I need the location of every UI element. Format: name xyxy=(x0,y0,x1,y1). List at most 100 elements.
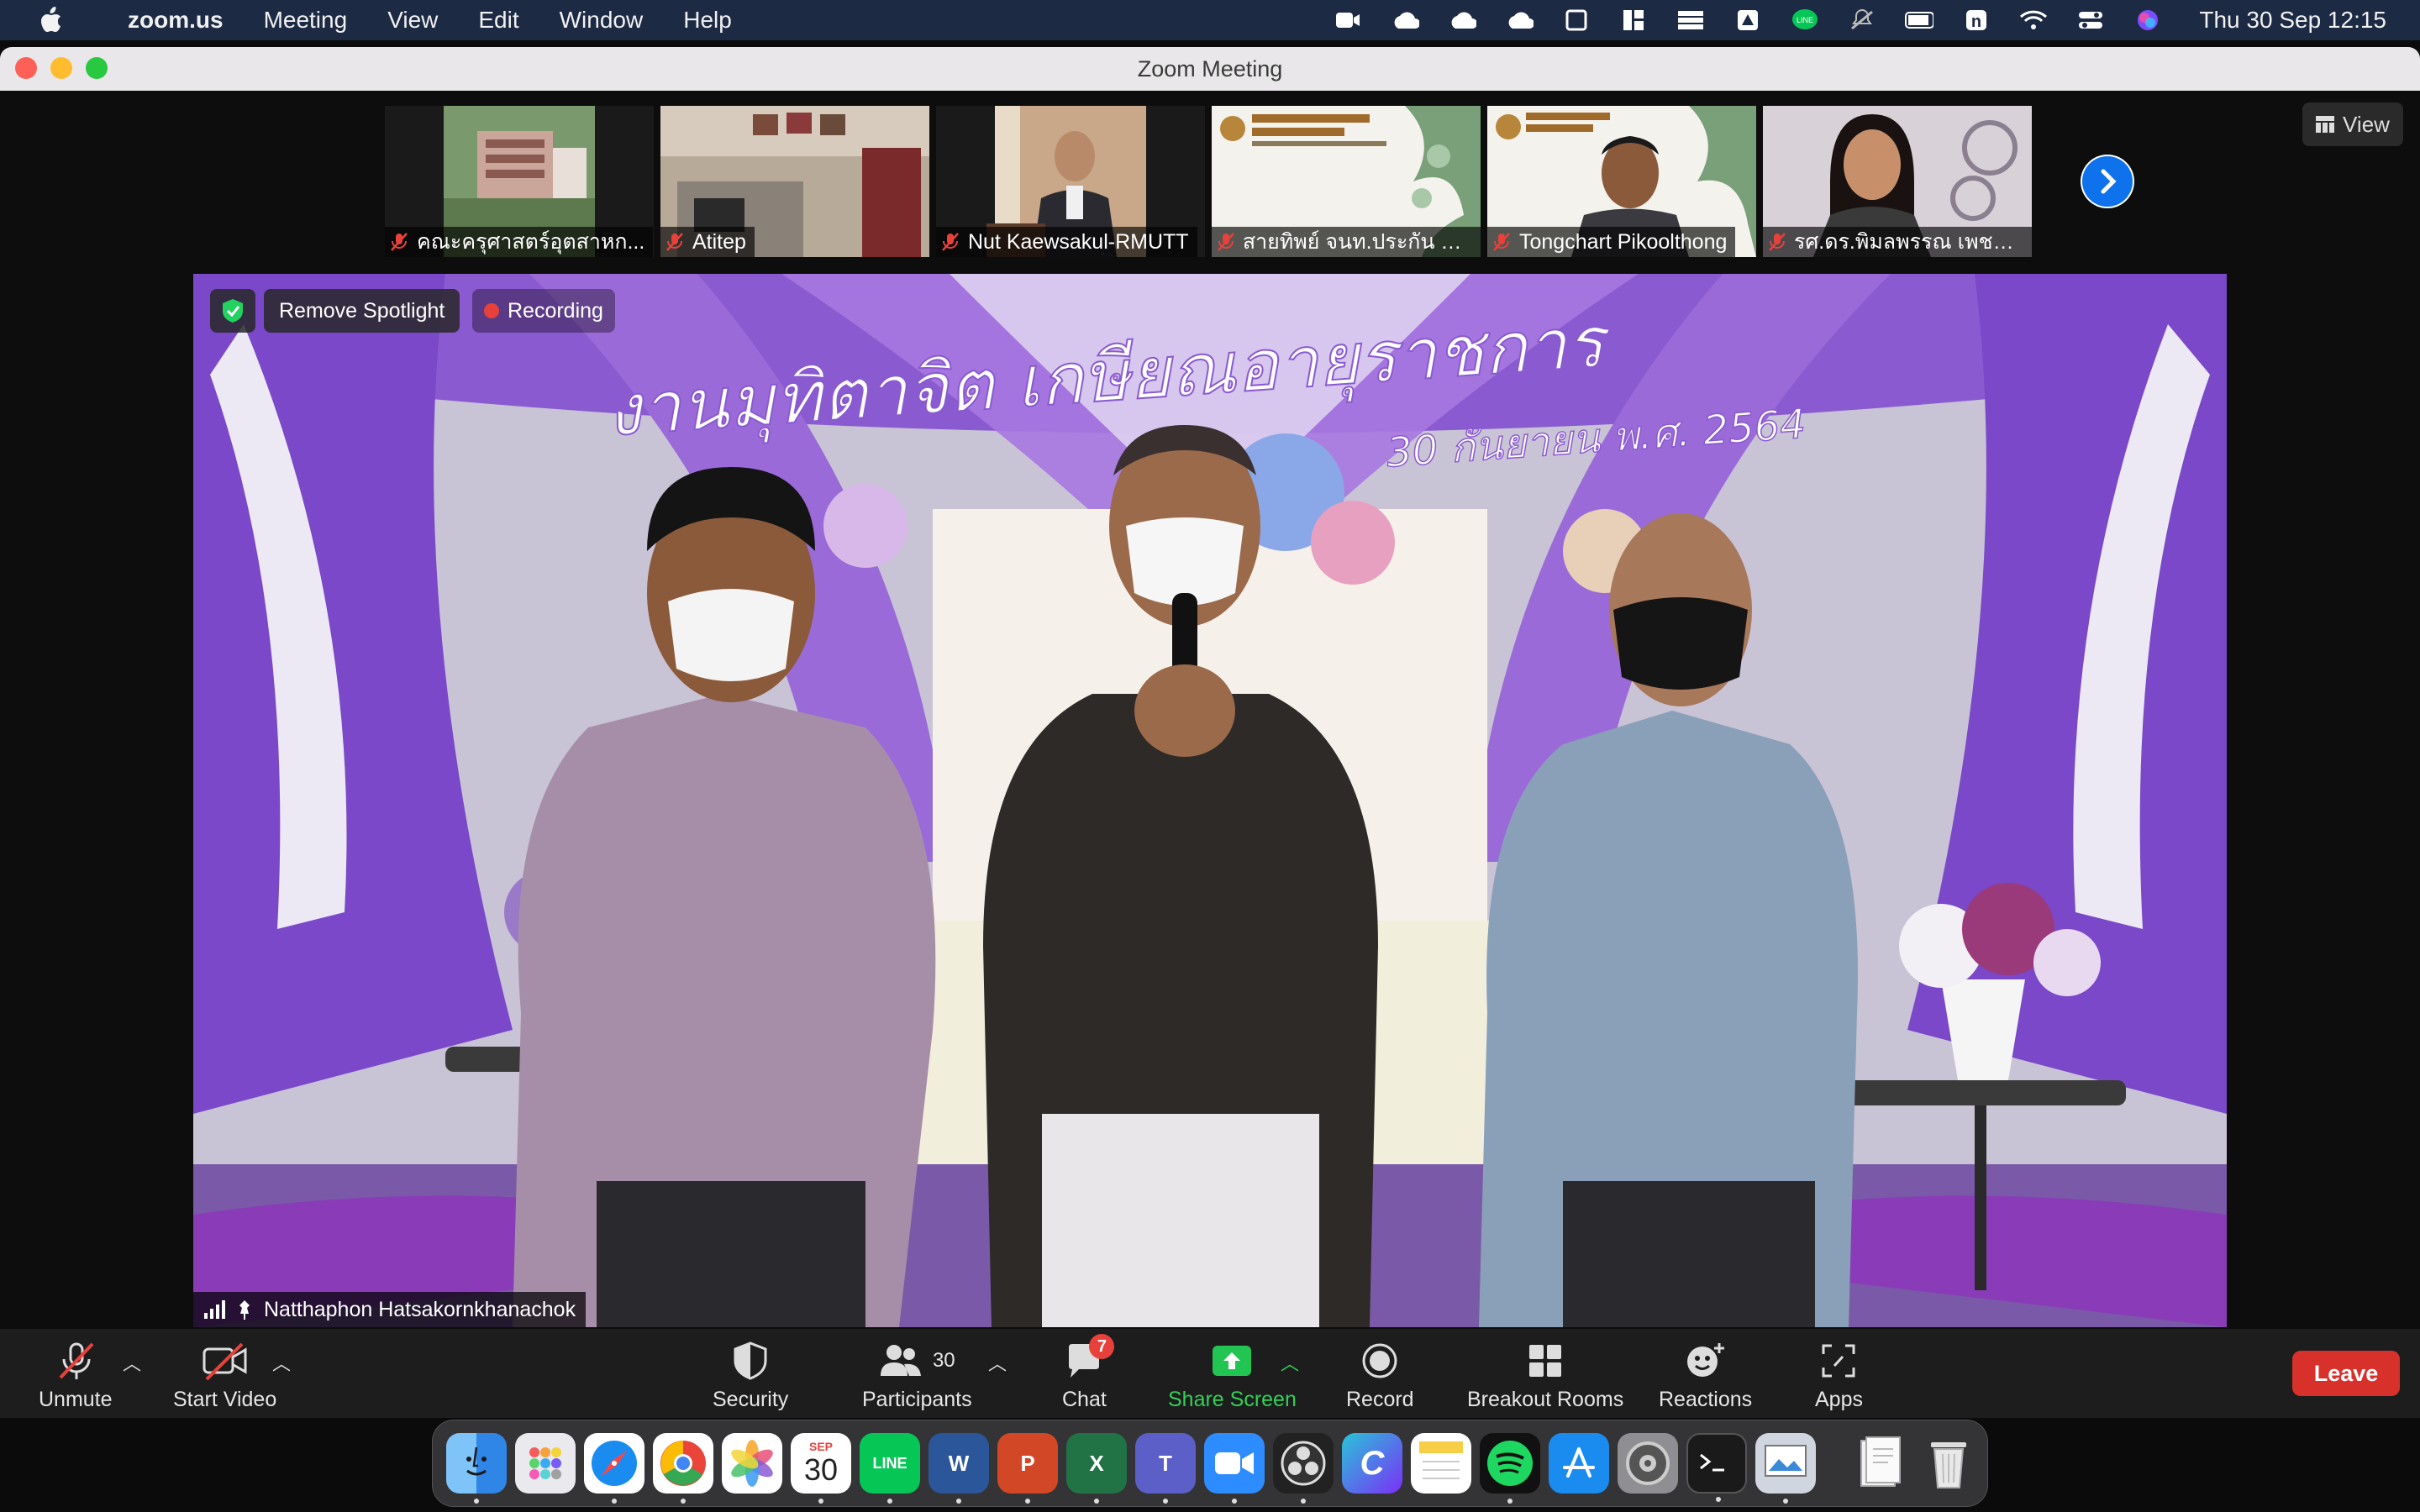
chrome-icon[interactable] xyxy=(653,1433,713,1504)
participant-thumbnail[interactable]: Tongchart Pikoolthong xyxy=(1487,106,1756,257)
layout-icon[interactable] xyxy=(1619,8,1648,33)
battery-icon[interactable] xyxy=(1905,8,1934,33)
trash-icon[interactable] xyxy=(1918,1433,1979,1494)
launchpad-icon[interactable] xyxy=(515,1433,576,1494)
shield-check-icon[interactable] xyxy=(210,289,255,333)
window-title: Zoom Meeting xyxy=(1137,55,1283,81)
chat-unread-badge: 7 xyxy=(1089,1334,1115,1359)
video-options-chevron-icon[interactable]: ︿ xyxy=(272,1349,291,1376)
share-screen-label: Share Screen xyxy=(1168,1388,1297,1411)
downloads-folder-icon[interactable] xyxy=(1849,1433,1910,1494)
thumbnail-label: คณะครุศาสตร์อุตสาหก... xyxy=(385,227,654,257)
participant-thumbnail[interactable]: รศ.ดร.พิมลพรรณ เพชรส... xyxy=(1763,106,2032,257)
preview-icon[interactable] xyxy=(1755,1433,1816,1504)
siri-icon[interactable] xyxy=(2133,8,2162,33)
menu-view[interactable]: View xyxy=(387,7,438,34)
photos-icon[interactable] xyxy=(722,1433,782,1494)
unmute-label: Unmute xyxy=(39,1388,113,1411)
cloud-icon[interactable] xyxy=(1391,8,1420,33)
stack-icon[interactable] xyxy=(1676,8,1705,33)
apps-button[interactable]: Apps xyxy=(1815,1341,1863,1412)
spotify-icon[interactable] xyxy=(1480,1433,1540,1504)
powerpoint-icon[interactable]: P xyxy=(997,1433,1058,1504)
grid-view-icon xyxy=(2316,116,2335,133)
audio-options-chevron-icon[interactable]: ︿ xyxy=(123,1349,141,1376)
notes-icon[interactable] xyxy=(1411,1433,1471,1494)
mic-muted-icon xyxy=(666,233,683,251)
system-preferences-icon[interactable] xyxy=(1618,1433,1678,1494)
share-screen-button[interactable]: Share Screen xyxy=(1168,1341,1297,1412)
next-page-button[interactable] xyxy=(2081,155,2134,208)
unmute-button[interactable]: Unmute xyxy=(39,1341,113,1412)
breakout-rooms-button[interactable]: Breakout Rooms xyxy=(1467,1341,1623,1412)
remove-spotlight-button[interactable]: Remove Spotlight xyxy=(264,289,460,333)
share-options-chevron-icon[interactable]: ︿ xyxy=(1281,1349,1299,1376)
word-icon[interactable]: W xyxy=(929,1433,989,1504)
safari-icon[interactable] xyxy=(584,1433,644,1504)
zoom-icon[interactable] xyxy=(1204,1433,1265,1504)
obs-icon[interactable] xyxy=(1273,1433,1334,1504)
leave-button[interactable]: Leave xyxy=(2292,1351,2400,1396)
mic-muted-icon xyxy=(942,233,959,251)
terminal-icon[interactable] xyxy=(1686,1433,1747,1502)
finder-icon[interactable] xyxy=(446,1433,507,1504)
canva-icon[interactable]: C xyxy=(1342,1433,1402,1494)
line-icon[interactable]: LINE xyxy=(1791,8,1819,33)
participant-thumbnail[interactable]: Nut Kaewsakul-RMUTT xyxy=(936,106,1205,257)
participants-button[interactable]: 30 Participants xyxy=(862,1341,972,1412)
canva-app-label: C xyxy=(1360,1444,1385,1482)
letter-n-icon[interactable]: n xyxy=(1962,8,1991,33)
breakout-rooms-icon xyxy=(1529,1345,1562,1377)
chat-button[interactable]: 7 Chat xyxy=(1062,1334,1115,1412)
app-menu[interactable]: zoom.us xyxy=(128,7,224,34)
participant-thumbnail[interactable]: สายทิพย์ จนท.ประกัน คอ... xyxy=(1212,106,1481,257)
calendar-month: SEP xyxy=(808,1440,833,1453)
cloud-icon[interactable] xyxy=(1448,8,1477,33)
participant-name: คณะครุศาสตร์อุตสาหก... xyxy=(417,230,645,254)
menu-meeting[interactable]: Meeting xyxy=(264,7,348,34)
participant-thumbnail[interactable]: Atitep xyxy=(660,106,929,257)
mute-bell-icon[interactable] xyxy=(1848,8,1876,33)
line-app-icon[interactable]: LINE xyxy=(860,1433,920,1504)
arrow-box-icon[interactable] xyxy=(1733,8,1762,33)
reactions-icon xyxy=(1686,1343,1724,1377)
record-button[interactable]: Record xyxy=(1346,1341,1414,1412)
mic-muted-icon xyxy=(59,1342,94,1379)
participant-thumbnail[interactable]: คณะครุศาสตร์อุตสาหก... xyxy=(385,106,654,257)
cloud-icon[interactable] xyxy=(1505,8,1534,33)
apple-icon[interactable] xyxy=(34,6,67,34)
teams-icon[interactable]: T xyxy=(1135,1433,1196,1504)
shield-icon xyxy=(734,1341,767,1380)
zoom-status-icon[interactable] xyxy=(1334,8,1362,33)
start-video-button[interactable]: Start Video xyxy=(173,1341,276,1412)
security-label: Security xyxy=(713,1388,789,1411)
menu-window[interactable]: Window xyxy=(560,7,644,34)
menu-help[interactable]: Help xyxy=(683,7,732,34)
close-window-button[interactable] xyxy=(15,57,37,79)
reactions-button[interactable]: Reactions xyxy=(1659,1341,1752,1412)
menu-edit[interactable]: Edit xyxy=(478,7,518,34)
participants-chevron-icon[interactable]: ︿ xyxy=(988,1349,1007,1376)
app-store-icon[interactable] xyxy=(1549,1433,1609,1494)
excel-icon[interactable]: X xyxy=(1066,1433,1127,1504)
participants-icon xyxy=(880,1345,921,1376)
control-center-icon[interactable] xyxy=(2076,8,2105,33)
fullscreen-window-button[interactable] xyxy=(86,57,108,79)
window-icon[interactable] xyxy=(1562,8,1591,33)
calendar-icon[interactable]: SEP 30 xyxy=(791,1433,851,1504)
minimize-window-button[interactable] xyxy=(50,57,72,79)
spotlight-video[interactable]: งานมุทิตาจิต เกษียณอายุราชการ 30 กันยายน… xyxy=(193,274,2227,1327)
status-area: LINE n Thu 30 Sep 12:15 xyxy=(1334,0,2386,40)
recording-indicator[interactable]: Recording xyxy=(472,289,615,333)
meeting-toolbar: Unmute ︿ Start Video ︿ Security 30 Parti… xyxy=(0,1329,2420,1418)
security-button[interactable]: Security xyxy=(713,1341,788,1412)
recording-label: Recording xyxy=(508,298,603,323)
menubar-clock[interactable]: Thu 30 Sep 12:15 xyxy=(2199,7,2386,34)
view-button[interactable]: View xyxy=(2302,102,2403,146)
pin-icon xyxy=(239,1300,250,1320)
wifi-icon[interactable] xyxy=(2019,8,2048,33)
macos-menubar: zoom.us Meeting View Edit Window Help LI… xyxy=(0,0,2420,40)
powerpoint-app-label: P xyxy=(1020,1450,1035,1476)
breakout-rooms-label: Breakout Rooms xyxy=(1467,1388,1624,1411)
participant-name: รศ.ดร.พิมลพรรณ เพชรส... xyxy=(1793,230,2023,254)
